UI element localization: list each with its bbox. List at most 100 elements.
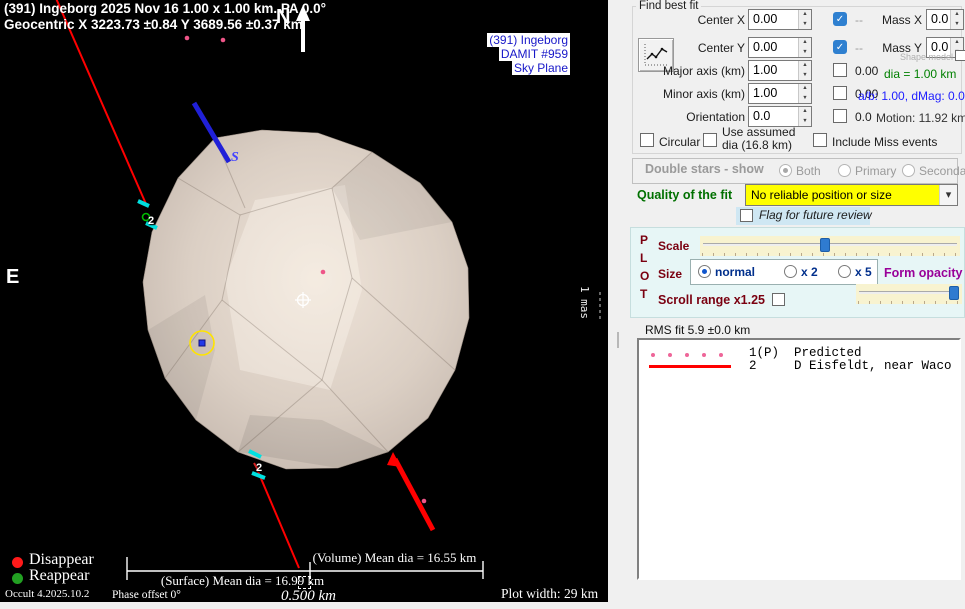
size-normal-radio[interactable]	[698, 265, 711, 278]
check-icon: ✓	[836, 14, 844, 25]
mass-x-label: Mass X	[872, 13, 922, 27]
double-stars-secondary-label: Secondary	[919, 164, 965, 178]
scale-bar-label: 0.500 km	[281, 588, 336, 605]
observed-line-sample	[649, 365, 731, 368]
scale-slider[interactable]	[700, 236, 960, 256]
circular-checkbox[interactable]	[640, 133, 654, 147]
mass-x-spinner[interactable]: 0.0 ▲▼	[926, 9, 964, 30]
size-normal-label: normal	[715, 265, 755, 279]
double-stars-primary-radio[interactable]	[838, 164, 851, 177]
center-x-spinner[interactable]: 0.00 ▲▼	[748, 9, 812, 30]
minor-axis-value[interactable]: 1.00	[749, 84, 798, 103]
dia-note: dia = 1.00 km	[884, 67, 956, 81]
disappear-dot-icon	[12, 557, 23, 568]
chord-list-row[interactable]: 1(P) Predicted	[749, 346, 862, 360]
quality-dropdown[interactable]: No reliable position or size ▾	[745, 184, 958, 206]
spin-down-icon[interactable]: ▼	[799, 48, 811, 58]
center-y-lock-value: --	[855, 41, 863, 55]
orientation-fix-value: 0.0	[855, 110, 872, 124]
scroll-range-checkbox[interactable]	[772, 293, 785, 306]
size-x2-radio[interactable]	[784, 265, 797, 278]
spin-down-icon[interactable]: ▼	[951, 20, 963, 30]
object-info-box: (391) Ingeborg DAMIT #959 Sky Plane	[440, 33, 570, 75]
double-stars-caption: Double stars - show	[645, 162, 764, 176]
shape-model-checkbox[interactable]	[955, 50, 965, 61]
double-stars-both-label: Both	[796, 164, 821, 178]
object-name-label: (391) Ingeborg	[487, 33, 570, 47]
center-y-label: Center Y	[655, 41, 745, 55]
motion-note: Motion: 11.92 km/s	[876, 111, 965, 125]
mass-x-value[interactable]: 0.0	[927, 10, 950, 29]
chord-entry-number: 2	[148, 215, 154, 227]
orientation-label: Orientation	[635, 110, 745, 124]
double-stars-primary-label: Primary	[855, 164, 896, 178]
center-x-lock-value: --	[855, 13, 863, 27]
version-label: Occult 4.2025.10.2	[5, 588, 89, 600]
sky-plane-plot[interactable]: (391) Ingeborg 2025 Nov 16 1.00 x 1.00 k…	[0, 0, 608, 602]
center-y-value[interactable]: 0.00	[749, 38, 798, 57]
use-assumed-dia-label: Use assumed dia (16.8 km)	[722, 126, 795, 152]
sky-plane-graphics	[0, 0, 608, 602]
major-axis-fix-checkbox[interactable]	[833, 63, 847, 77]
plot-letter-p: P	[640, 233, 648, 247]
size-x5-radio[interactable]	[838, 265, 851, 278]
center-x-value[interactable]: 0.00	[749, 10, 798, 29]
spin-up-icon[interactable]: ▲	[799, 10, 811, 20]
major-axis-label: Major axis (km)	[635, 64, 745, 78]
predicted-line-sample	[651, 353, 723, 357]
orientation-spinner[interactable]: 0.0 ▲▼	[748, 106, 812, 127]
scroll-range-label: Scroll range x1.25	[658, 293, 765, 307]
flag-review-checkbox[interactable]	[740, 209, 753, 222]
shape-model-label: Shape model	[900, 52, 953, 62]
double-stars-secondary-radio[interactable]	[902, 164, 915, 177]
north-label: N	[276, 6, 290, 29]
find-best-fit-caption: Find best fit	[636, 0, 701, 12]
rms-fit-label: RMS fit 5.9 ±0.0 km	[645, 323, 750, 337]
use-assumed-dia-checkbox[interactable]	[703, 133, 717, 147]
chord-listbox[interactable]: 1(P) Predicted 2 D Eisfeldt, near Waco	[637, 338, 961, 580]
major-axis-spinner[interactable]: 1.00 ▲▼	[748, 60, 812, 81]
major-axis-value[interactable]: 1.00	[749, 61, 798, 80]
double-stars-both-radio[interactable]	[779, 164, 792, 177]
circular-label: Circular	[659, 135, 700, 149]
orientation-fix-checkbox[interactable]	[833, 109, 847, 123]
east-label: E	[6, 266, 19, 289]
form-opacity-slider[interactable]	[856, 284, 962, 304]
include-miss-label: Include Miss events	[832, 135, 937, 149]
quality-value: No reliable position or size	[746, 185, 939, 205]
check-icon: ✓	[836, 42, 844, 53]
chevron-down-icon[interactable]: ▾	[939, 185, 957, 205]
spin-up-icon[interactable]: ▲	[799, 107, 811, 117]
damit-model-label: DAMIT #959	[499, 47, 570, 61]
splitter-handle[interactable]	[617, 332, 619, 348]
spin-up-icon[interactable]: ▲	[799, 61, 811, 71]
spin-down-icon[interactable]: ▼	[799, 94, 811, 104]
spin-down-icon[interactable]: ▼	[799, 20, 811, 30]
spin-up-icon[interactable]: ▲	[799, 38, 811, 48]
scale-slider-ticks	[702, 253, 958, 256]
scale-slider-thumb[interactable]	[820, 238, 830, 252]
spin-down-icon[interactable]: ▼	[799, 117, 811, 127]
minor-axis-spinner[interactable]: 1.00 ▲▼	[748, 83, 812, 104]
center-y-lock-checkbox[interactable]: ✓	[833, 40, 847, 54]
minor-axis-fix-checkbox[interactable]	[833, 86, 847, 100]
include-miss-checkbox[interactable]	[813, 133, 827, 147]
quality-label: Quality of the fit	[637, 188, 732, 202]
reappear-dot-icon	[12, 573, 23, 584]
sky-plane-label: Sky Plane	[512, 61, 570, 75]
plot-letter-t: T	[640, 287, 647, 301]
spin-up-icon[interactable]: ▲	[951, 38, 963, 48]
center-y-spinner[interactable]: 0.00 ▲▼	[748, 37, 812, 58]
size-x5-label: x 5	[855, 265, 872, 279]
spin-up-icon[interactable]: ▲	[951, 10, 963, 20]
plot-letter-l: L	[640, 251, 647, 265]
scale-slider-groove	[703, 243, 957, 246]
orientation-value[interactable]: 0.0	[749, 107, 798, 126]
spin-down-icon[interactable]: ▼	[799, 71, 811, 81]
chord-list-row[interactable]: 2 D Eisfeldt, near Waco	[749, 359, 952, 373]
phase-offset-label: Phase offset 0°	[112, 589, 181, 601]
center-x-lock-checkbox[interactable]: ✓	[833, 12, 847, 26]
form-opacity-thumb[interactable]	[949, 286, 959, 300]
spin-up-icon[interactable]: ▲	[799, 84, 811, 94]
south-pole-label: S	[231, 150, 239, 166]
